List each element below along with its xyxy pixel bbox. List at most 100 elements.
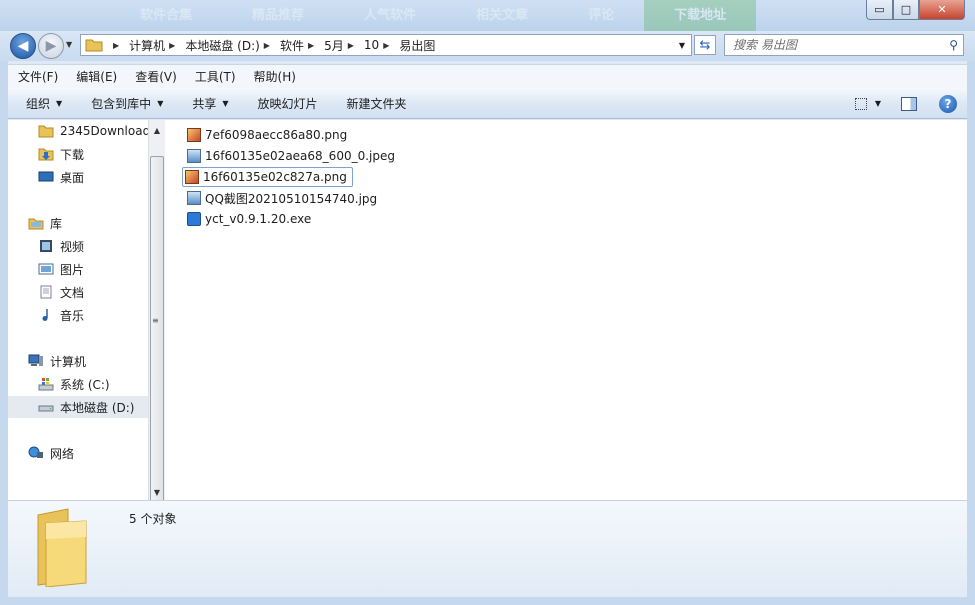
- background-tabs: 软件合集 精品推荐 人气软件 相关文章 评论 下载地址: [110, 0, 757, 31]
- breadcrumb-separator-icon[interactable]: ▶: [113, 41, 119, 50]
- libraries-icon: [28, 218, 44, 230]
- nav-item-computer[interactable]: 计算机: [28, 350, 86, 372]
- maximize-button[interactable]: □: [893, 0, 919, 20]
- close-button[interactable]: ✕: [919, 0, 965, 20]
- breadcrumb-separator-icon[interactable]: ▶: [169, 41, 175, 50]
- menu-edit[interactable]: 编辑(E): [66, 68, 125, 85]
- file-item[interactable]: QQ截图20210510154740.jpg: [185, 188, 382, 208]
- file-list[interactable]: 7ef6098aecc86a80.png 16f60135e02aea68_60…: [165, 120, 967, 500]
- window-frame-left: [0, 61, 8, 605]
- file-item[interactable]: yct_v0.9.1.20.exe: [185, 209, 316, 229]
- background-tab: 软件合集: [140, 8, 193, 23]
- video-icon: [40, 240, 52, 252]
- exe-file-icon: [187, 212, 201, 226]
- background-tab: 相关文章: [476, 8, 529, 23]
- nav-item-label: 网络: [50, 446, 75, 461]
- file-name: 16f60135e02aea68_600_0.jpeg: [205, 149, 395, 163]
- menu-tools[interactable]: 工具(T): [185, 68, 244, 85]
- scroll-down-icon[interactable]: ▼: [149, 484, 165, 500]
- address-dropdown-icon[interactable]: ▼: [679, 41, 685, 50]
- navigation-row: ◀ ▶ ▼ ▶ 计算机 ▶ 本地磁盘 (D:) ▶ 软件 ▶ 5月 ▶ 10 ▶ 易出图 …: [0, 31, 975, 61]
- nav-item-label: 2345Downloads: [60, 124, 148, 138]
- view-options-chevron-icon[interactable]: ▼: [875, 99, 881, 108]
- nav-item-local-disk-d[interactable]: 本地磁盘 (D:): [8, 396, 148, 418]
- refresh-button[interactable]: ⇆: [694, 35, 716, 55]
- breadcrumb-software[interactable]: 软件: [280, 37, 304, 54]
- breadcrumb-current-folder[interactable]: 易出图: [399, 37, 435, 54]
- background-tab: 下载地址: [644, 0, 757, 31]
- file-name: QQ截图20210510154740.jpg: [205, 191, 378, 206]
- pictures-icon: [38, 263, 54, 275]
- breadcrumb-10[interactable]: 10: [364, 38, 379, 52]
- nav-item-label: 库: [50, 216, 63, 231]
- folder-icon: [38, 125, 54, 138]
- preview-pane-icon[interactable]: [901, 96, 917, 111]
- nav-item-2345downloads[interactable]: 2345Downloads: [38, 120, 148, 142]
- organize-button[interactable]: 组织 ▼: [8, 95, 73, 112]
- background-tab: 评论: [588, 8, 615, 23]
- forward-arrow-icon: ▶: [45, 38, 57, 54]
- address-bar[interactable]: ▶ 计算机 ▶ 本地磁盘 (D:) ▶ 软件 ▶ 5月 ▶ 10 ▶ 易出图 ▼: [80, 34, 692, 56]
- back-button[interactable]: ◀: [10, 33, 36, 59]
- nav-item-music[interactable]: 音乐: [38, 304, 84, 326]
- png-file-icon: [185, 170, 199, 184]
- new-folder-label: 新建文件夹: [346, 96, 407, 111]
- forward-button[interactable]: ▶: [38, 33, 64, 59]
- search-input[interactable]: [725, 35, 935, 55]
- breadcrumb-separator-icon[interactable]: ▶: [264, 41, 270, 50]
- nav-item-label: 桌面: [60, 170, 85, 185]
- nav-item-documents[interactable]: 文档: [38, 281, 84, 303]
- file-item[interactable]: 16f60135e02c827a.png: [182, 167, 353, 187]
- desktop-icon: [38, 171, 54, 182]
- nav-item-downloads[interactable]: 下载: [38, 143, 84, 165]
- scroll-up-icon[interactable]: ▲: [149, 122, 165, 138]
- refresh-icon: ⇆: [699, 37, 711, 53]
- new-folder-button[interactable]: 新建文件夹: [329, 95, 418, 112]
- breadcrumb-separator-icon[interactable]: ▶: [383, 41, 389, 50]
- breadcrumb-drive-d[interactable]: 本地磁盘 (D:): [185, 37, 259, 54]
- share-button[interactable]: 共享 ▼: [174, 95, 239, 112]
- title-bar: 软件合集 精品推荐 人气软件 相关文章 评论 下载地址 ▭ □ ✕: [0, 0, 975, 31]
- nav-item-system-c[interactable]: 系统 (C:): [38, 373, 110, 395]
- breadcrumb-separator-icon[interactable]: ▶: [308, 41, 314, 50]
- navigation-scrollbar[interactable]: ▲ ≡ ▼: [148, 120, 165, 504]
- command-bar: 组织 ▼ 包含到库中 ▼ 共享 ▼ 放映幻灯片 新建文件夹 ▼ ?: [8, 88, 967, 119]
- scroll-grip-icon: ≡: [152, 316, 159, 325]
- scroll-thumb[interactable]: [150, 156, 164, 504]
- search-icon[interactable]: ⚲: [949, 38, 958, 52]
- music-icon: [42, 309, 48, 321]
- file-name: yct_v0.9.1.20.exe: [205, 212, 312, 226]
- file-item[interactable]: 7ef6098aecc86a80.png: [185, 125, 352, 145]
- large-folder-icon: [37, 508, 87, 587]
- recent-pages-dropdown[interactable]: ▼: [66, 40, 72, 49]
- nav-item-network[interactable]: 网络: [28, 442, 74, 464]
- nav-item-desktop[interactable]: 桌面: [38, 166, 84, 188]
- include-in-library-button[interactable]: 包含到库中 ▼: [73, 95, 174, 112]
- menu-help[interactable]: 帮助(H): [244, 68, 304, 85]
- downloads-icon: [38, 148, 54, 161]
- png-file-icon: [187, 128, 201, 142]
- slideshow-label: 放映幻灯片: [257, 96, 318, 111]
- menu-bar: 文件(F) 编辑(E) 查看(V) 工具(T) 帮助(H): [8, 64, 967, 88]
- nav-item-label: 视频: [60, 239, 85, 254]
- nav-item-label: 图片: [60, 262, 85, 277]
- item-count: 5 个对象: [129, 512, 177, 526]
- change-view-icon[interactable]: [854, 97, 867, 110]
- breadcrumb-computer[interactable]: 计算机: [129, 37, 165, 54]
- nav-item-pictures[interactable]: 图片: [38, 258, 84, 280]
- nav-item-label: 下载: [60, 147, 85, 162]
- computer-icon: [28, 354, 43, 366]
- nav-item-libraries[interactable]: 库: [28, 212, 62, 234]
- menu-view[interactable]: 查看(V): [125, 68, 185, 85]
- breadcrumb-may[interactable]: 5月: [324, 37, 344, 54]
- search-box[interactable]: ⚲: [724, 34, 964, 56]
- network-icon: [28, 446, 43, 458]
- minimize-button[interactable]: ▭: [866, 0, 893, 20]
- background-tab: 精品推荐: [252, 8, 305, 23]
- help-icon[interactable]: ?: [939, 94, 957, 113]
- nav-item-videos[interactable]: 视频: [38, 235, 84, 257]
- menu-file[interactable]: 文件(F): [8, 68, 66, 85]
- slideshow-button[interactable]: 放映幻灯片: [240, 95, 329, 112]
- file-item[interactable]: 16f60135e02aea68_600_0.jpeg: [185, 146, 400, 166]
- breadcrumb-separator-icon[interactable]: ▶: [348, 41, 354, 50]
